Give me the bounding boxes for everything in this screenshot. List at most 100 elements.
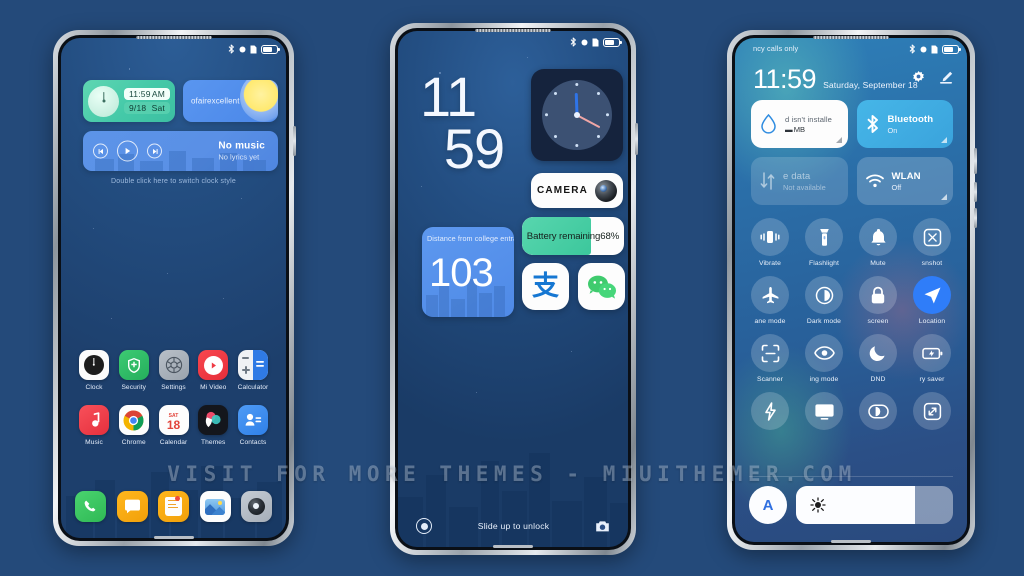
alipay-glyph: 支 <box>532 271 559 302</box>
clock-face <box>542 80 612 150</box>
themes-app-icon <box>198 405 229 435</box>
auto-brightness-button[interactable]: A <box>749 486 787 524</box>
battery-icon <box>603 37 622 47</box>
app-music[interactable]: Music <box>75 405 113 446</box>
edit-icon[interactable] <box>939 71 953 84</box>
battery-widget[interactable]: Battery remaining68% <box>522 217 624 255</box>
dot-icon <box>581 39 588 45</box>
phone2-screen: 11 59 CAMERA Distance from college entr … <box>398 31 628 547</box>
phone-control-center: ncy calls only 11:59 Saturday, September… <box>727 30 977 550</box>
toggle-reading[interactable] <box>851 392 905 434</box>
app-calculator[interactable]: Calculator <box>234 350 272 391</box>
toggle-label: ing mode <box>809 376 839 383</box>
toggle-screenshot[interactable]: snshot <box>905 218 959 267</box>
wechat-icon <box>587 275 616 299</box>
toggle-label: ane mode <box>754 318 786 325</box>
card-title: d isn't installe <box>785 114 832 124</box>
toggle-mute[interactable]: Mute <box>851 218 905 267</box>
messages-app-icon[interactable] <box>116 491 148 522</box>
app-label: Clock <box>85 384 103 391</box>
sim-icon <box>592 38 599 46</box>
prev-icon[interactable] <box>93 143 108 159</box>
app-contacts[interactable]: Contacts <box>234 405 272 446</box>
divider <box>749 476 953 477</box>
control-center-date: Saturday, September 18 <box>823 80 918 90</box>
app-themes[interactable]: Themes <box>194 405 232 446</box>
toggle-vibrate[interactable]: Vibrate <box>743 218 797 267</box>
app-mi-video[interactable]: Mi Video <box>194 350 232 391</box>
lock-bottom-bar: Slide up to unlock <box>398 518 628 534</box>
play-icon[interactable] <box>117 140 138 162</box>
phone1-screen: 11:59 AM 9/18 Sat ofairexcellent No musi… <box>61 38 286 538</box>
toggle-dark-mode[interactable]: Dark mode <box>797 276 851 325</box>
camera-lens-icon <box>595 179 618 202</box>
app-calendar[interactable]: SAT 18 Calendar <box>155 405 193 446</box>
phone3-status-bar <box>909 44 961 54</box>
music-widget[interactable]: No music No lyrics yet <box>83 131 278 171</box>
toggle-reading-mode[interactable]: ing mode <box>797 334 851 383</box>
notes-app-icon[interactable] <box>158 491 189 522</box>
toggle-battery-saver[interactable]: ry saver <box>905 334 959 383</box>
contacts-app-icon <box>238 405 268 435</box>
analog-clock-widget[interactable] <box>531 69 623 161</box>
bolt-icon <box>751 392 789 430</box>
countdown-caption: Distance from college entrance examinati… <box>427 234 514 243</box>
card-title: WLAN <box>891 170 921 182</box>
wifi-icon <box>865 174 884 188</box>
phone2-inner: 11 59 CAMERA Distance from college entr … <box>395 28 631 550</box>
app-grid: Clock Security Settings Mi Video Calcula… <box>75 350 272 460</box>
toggle-bolt[interactable] <box>743 392 797 434</box>
app-label: Calendar <box>159 439 188 446</box>
lock-screen-clock: 11 59 <box>420 69 528 176</box>
card-data-usage[interactable]: d isn't installe ▬ MB <box>751 100 848 148</box>
app-settings[interactable]: Settings <box>155 350 193 391</box>
chrome-app-icon <box>118 405 149 435</box>
wechat-shortcut[interactable] <box>578 263 625 310</box>
header-actions <box>912 71 953 84</box>
alipay-shortcut[interactable]: 支 <box>522 263 569 310</box>
moon-icon <box>859 334 897 372</box>
clock-widget[interactable]: 11:59 AM 9/18 Sat <box>83 80 175 122</box>
quick-setting-cards: d isn't installe ▬ MB Bluetooth On e dat… <box>751 100 953 205</box>
weather-widget-text: ofairexcellent <box>191 96 240 106</box>
camera-widget[interactable]: CAMERA <box>531 173 623 208</box>
phone-home-screen: 11:59 AM 9/18 Sat ofairexcellent No musi… <box>53 30 296 546</box>
brightness-slider[interactable] <box>796 486 953 524</box>
toggle-cast[interactable] <box>797 392 851 434</box>
toggle-scanner[interactable]: Scanner <box>743 334 797 383</box>
airplane-icon <box>751 276 789 314</box>
reading-icon <box>859 392 897 430</box>
card-bluetooth[interactable]: Bluetooth On <box>856 100 953 148</box>
control-center-header: 11:59 Saturday, September 18 <box>753 66 918 93</box>
camera-icon[interactable] <box>595 520 610 533</box>
expand-corner-icon[interactable] <box>941 194 947 200</box>
toggle-flashlight[interactable]: Flashlight <box>797 218 851 267</box>
flashlight-ring-icon[interactable] <box>416 518 432 534</box>
next-icon[interactable] <box>147 143 162 159</box>
card-wlan[interactable]: WLAN Off <box>856 157 953 205</box>
gallery-app-icon[interactable] <box>199 491 231 522</box>
expand-corner-icon[interactable] <box>835 137 842 143</box>
card-mobile-data[interactable]: e data Not available <box>751 157 848 205</box>
screenshot-icon <box>913 218 951 256</box>
countdown-widget[interactable]: Distance from college entrance examinati… <box>422 227 514 317</box>
app-label: Mi Video <box>200 384 227 391</box>
camera-app-icon[interactable] <box>241 491 272 522</box>
app-chrome[interactable]: Chrome <box>115 405 153 446</box>
app-clock[interactable]: Clock <box>75 350 113 391</box>
card-subtitle: Off <box>891 182 902 192</box>
card-title: Bluetooth <box>887 113 934 125</box>
toggle-fullscreen[interactable] <box>905 392 959 434</box>
toggle-location[interactable]: Location <box>905 276 959 325</box>
app-security[interactable]: Security <box>115 350 153 391</box>
toggle-row-2: ane mode Dark mode screen Location <box>743 276 959 325</box>
phone3-inner: ncy calls only 11:59 Saturday, September… <box>732 35 970 545</box>
toggle-dnd[interactable]: DND <box>851 334 905 383</box>
expand-corner-icon[interactable] <box>941 137 947 143</box>
weather-widget[interactable]: ofairexcellent <box>183 80 278 122</box>
settings-gear-icon[interactable] <box>912 71 925 84</box>
scanner-icon <box>751 334 789 372</box>
toggle-airplane-mode[interactable]: ane mode <box>743 276 797 325</box>
toggle-lock-screen[interactable]: screen <box>851 276 905 325</box>
phone-app-icon[interactable] <box>75 491 106 522</box>
